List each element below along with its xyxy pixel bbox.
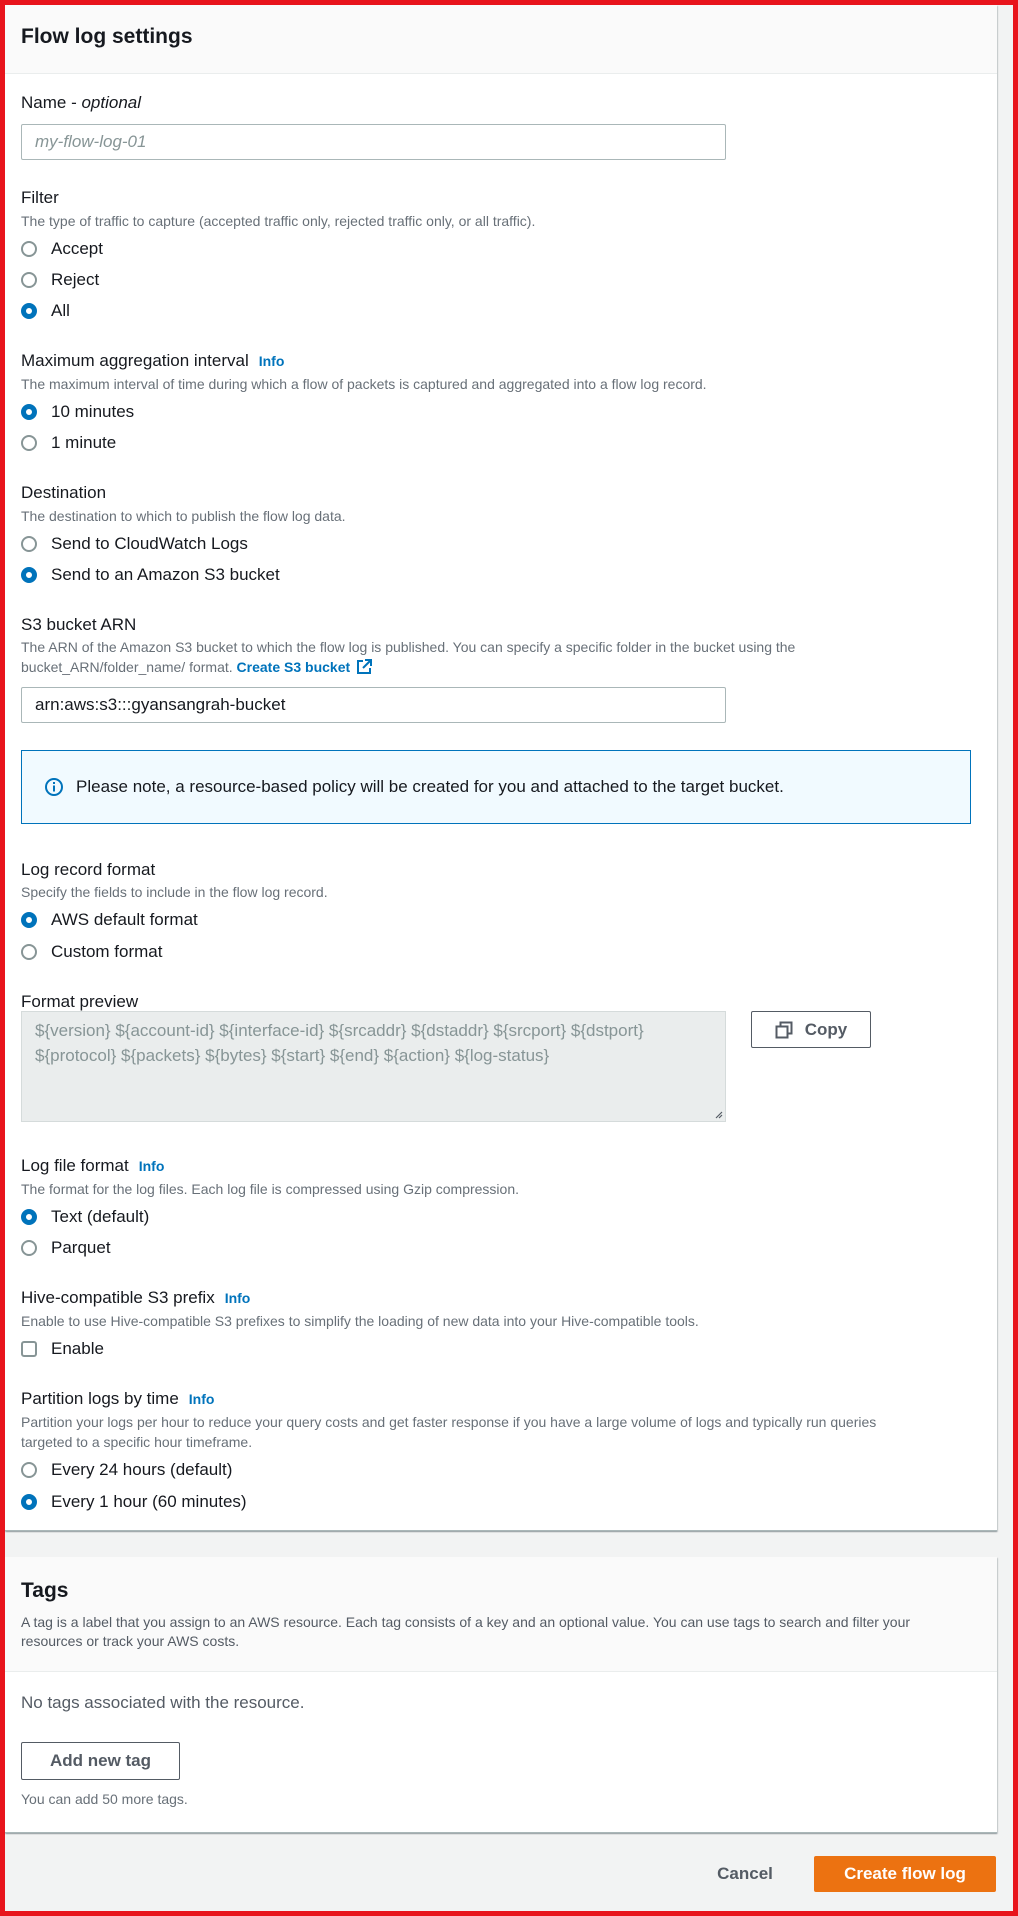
alert-text: Please note, a resource-based policy wil… xyxy=(76,777,784,796)
radio-button[interactable] xyxy=(21,536,37,552)
create-flow-log-button[interactable]: Create flow log xyxy=(814,1856,996,1892)
radio-button-selected[interactable] xyxy=(21,404,37,420)
tags-description: A tag is a label that you assign to an A… xyxy=(21,1614,911,1649)
tags-header: Tags A tag is a label that you assign to… xyxy=(5,1557,997,1672)
log-file-option-parquet[interactable]: Parquet xyxy=(21,1236,111,1260)
filter-option-accept[interactable]: Accept xyxy=(21,237,103,261)
radio-button[interactable] xyxy=(21,241,37,257)
destination-option-s3[interactable]: Send to an Amazon S3 bucket xyxy=(21,563,280,587)
filter-description: The type of traffic to capture (accepted… xyxy=(21,213,536,229)
log-format-option-custom[interactable]: Custom format xyxy=(21,940,162,964)
hive-info-link[interactable]: Info xyxy=(225,1290,251,1306)
radio-button[interactable] xyxy=(21,944,37,960)
destination-option-cloudwatch[interactable]: Send to CloudWatch Logs xyxy=(21,532,248,556)
radio-button-selected[interactable] xyxy=(21,303,37,319)
aggregation-label: Maximum aggregation interval Info xyxy=(21,351,285,370)
no-tags-text: No tags associated with the resource. xyxy=(21,1693,305,1712)
filter-label: Filter xyxy=(21,188,59,207)
radio-button[interactable] xyxy=(21,435,37,451)
aggregation-option-1-minute[interactable]: 1 minute xyxy=(21,431,116,455)
log-file-format-label: Log file format Info xyxy=(21,1156,165,1175)
log-format-option-default[interactable]: AWS default format xyxy=(21,908,198,932)
info-circle-icon xyxy=(44,777,64,797)
log-record-format-description: Specify the fields to include in the flo… xyxy=(21,884,328,900)
tags-hint: You can add 50 more tags. xyxy=(21,1791,188,1807)
partition-description: Partition your logs per hour to reduce y… xyxy=(21,1414,877,1450)
destination-label: Destination xyxy=(21,483,107,502)
s3-arn-label: S3 bucket ARN xyxy=(21,615,137,634)
panel-title: Flow log settings xyxy=(21,25,193,48)
hive-prefix-description: Enable to use Hive-compatible S3 prefixe… xyxy=(21,1313,699,1329)
optional-label: optional xyxy=(81,93,142,112)
radio-button[interactable] xyxy=(21,272,37,288)
destination-description: The destination to which to publish the … xyxy=(21,508,346,524)
filter-option-reject[interactable]: Reject xyxy=(21,268,99,292)
log-record-format-label: Log record format xyxy=(21,860,156,879)
name-input[interactable] xyxy=(21,124,726,160)
partition-label: Partition logs by time Info xyxy=(21,1389,215,1408)
log-file-option-text[interactable]: Text (default) xyxy=(21,1205,149,1229)
external-link-icon xyxy=(357,659,373,674)
filter-option-all[interactable]: All xyxy=(21,299,70,323)
add-new-tag-button[interactable]: Add new tag xyxy=(21,1742,180,1780)
aggregation-info-link[interactable]: Info xyxy=(259,353,285,369)
resize-handle-icon[interactable] xyxy=(713,1109,723,1119)
partition-info-link[interactable]: Info xyxy=(189,1391,215,1407)
enable-checkbox[interactable] xyxy=(21,1341,37,1357)
name-label: Name - optional xyxy=(21,93,142,112)
tags-panel: Tags A tag is a label that you assign to… xyxy=(5,1557,997,1833)
info-alert: Please note, a resource-based policy wil… xyxy=(21,750,971,824)
aggregation-option-10-minutes[interactable]: 10 minutes xyxy=(21,400,134,424)
create-s3-bucket-link[interactable]: Create S3 bucket xyxy=(237,659,373,675)
aggregation-description: The maximum interval of time during whic… xyxy=(21,376,707,392)
radio-button-selected[interactable] xyxy=(21,912,37,928)
panel-header: Flow log settings xyxy=(5,5,997,74)
hive-prefix-label: Hive-compatible S3 prefix Info xyxy=(21,1288,251,1307)
copy-button[interactable]: Copy xyxy=(751,1011,871,1048)
partition-option-1-hour[interactable]: Every 1 hour (60 minutes) xyxy=(21,1490,247,1514)
radio-button[interactable] xyxy=(21,1462,37,1478)
hive-enable-checkbox-row[interactable]: Enable xyxy=(21,1337,104,1361)
flow-log-settings-panel: Flow log settings Name - optional Filter… xyxy=(5,5,997,1531)
copy-icon xyxy=(775,1021,793,1038)
log-file-format-description: The format for the log files. Each log f… xyxy=(21,1181,519,1197)
log-file-format-info-link[interactable]: Info xyxy=(139,1158,165,1174)
radio-button-selected[interactable] xyxy=(21,1494,37,1510)
s3-arn-description: The ARN of the Amazon S3 bucket to which… xyxy=(21,639,796,675)
radio-button[interactable] xyxy=(21,1240,37,1256)
tags-title: Tags xyxy=(21,1579,69,1602)
format-preview-textarea: ${version} ${account-id} ${interface-id}… xyxy=(21,1011,726,1122)
partition-option-24-hours[interactable]: Every 24 hours (default) xyxy=(21,1458,232,1482)
radio-button-selected[interactable] xyxy=(21,567,37,583)
cancel-button[interactable]: Cancel xyxy=(700,1856,790,1892)
radio-button-selected[interactable] xyxy=(21,1209,37,1225)
s3-arn-input[interactable] xyxy=(21,687,726,723)
format-preview-label: Format preview xyxy=(21,992,139,1011)
